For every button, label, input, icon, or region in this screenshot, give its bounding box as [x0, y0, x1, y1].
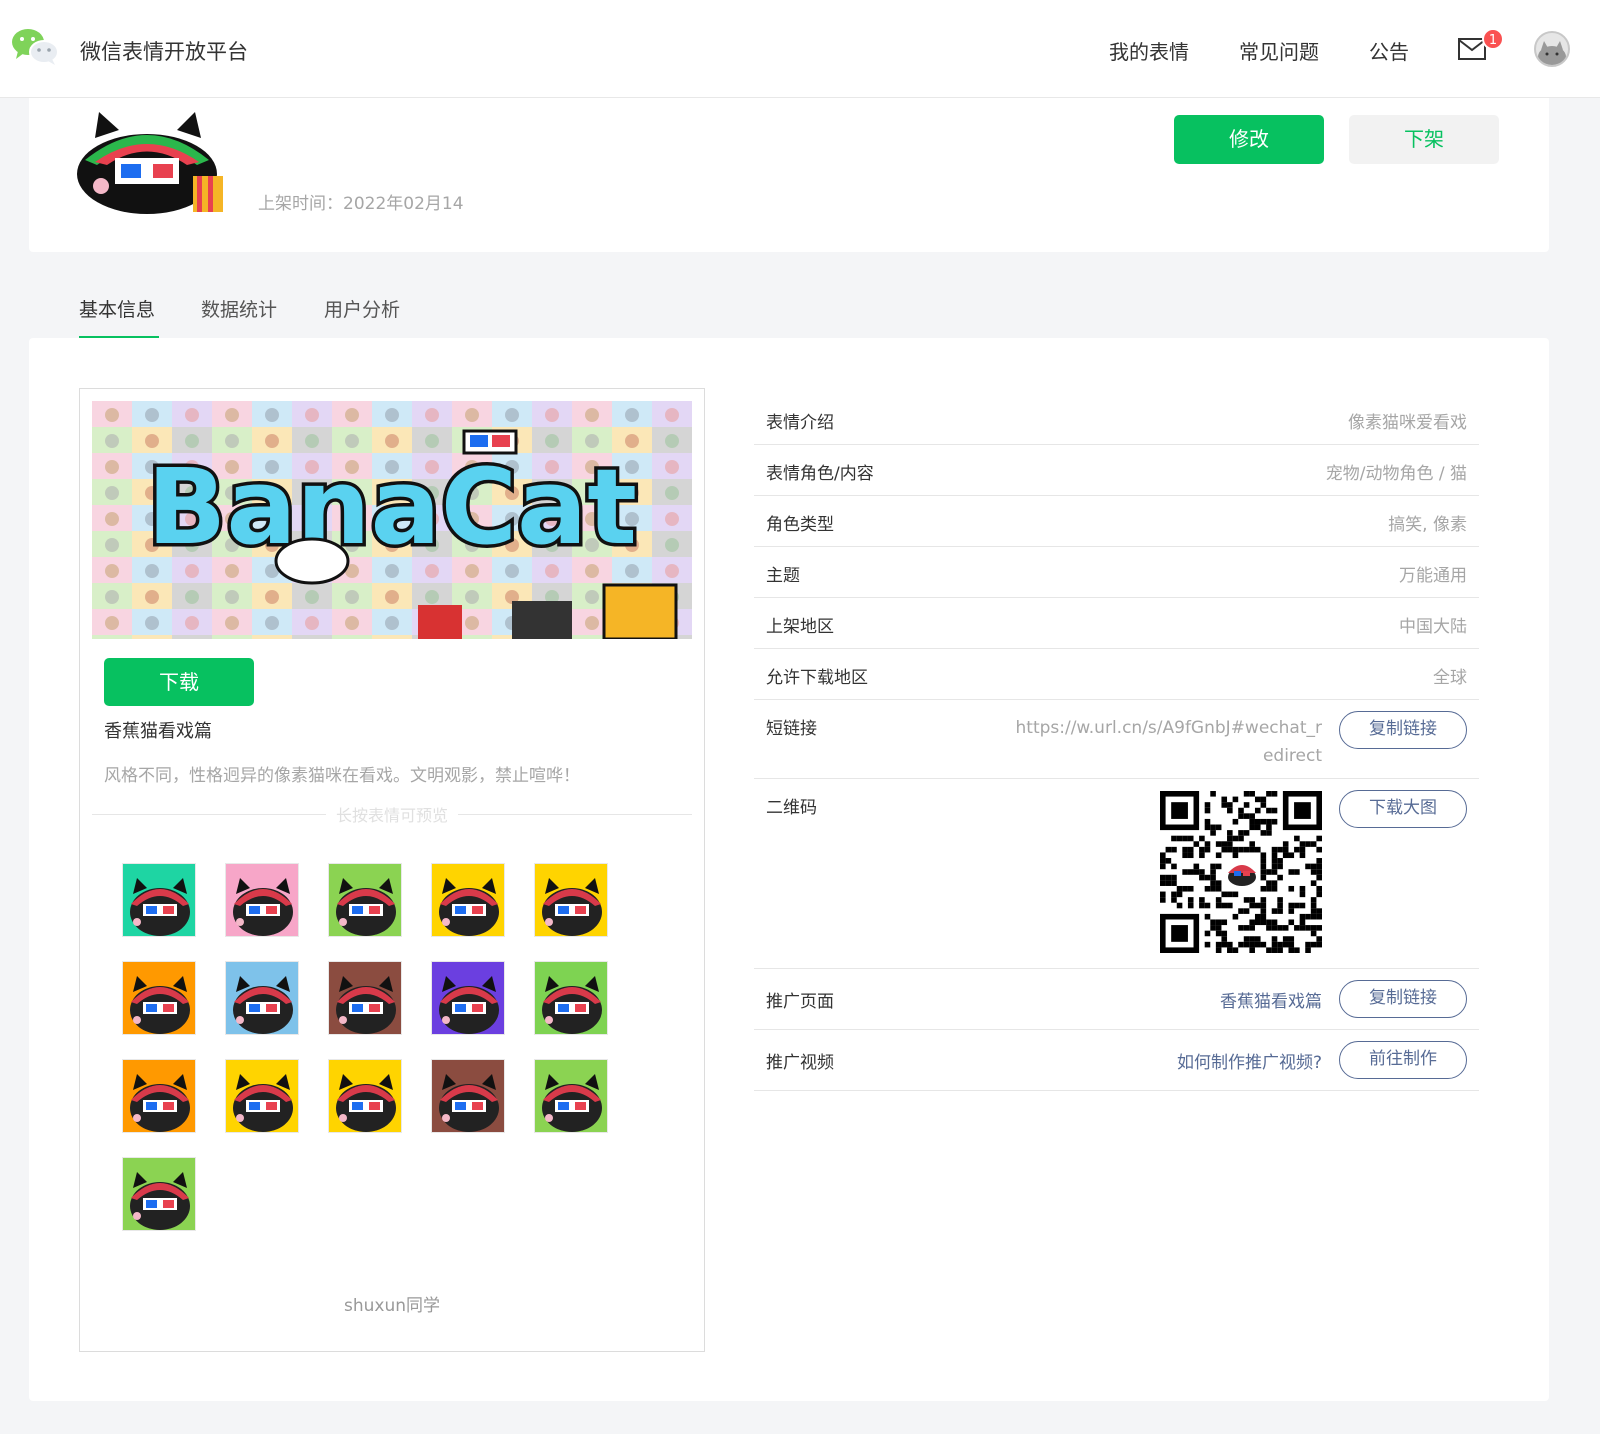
sticker-thumbnail[interactable] [225, 1059, 299, 1133]
long-press-preview-hint: 长按表情可预览 [325, 802, 459, 826]
sticker-pack-header: 上架时间：2022年02月14 修改 下架 [29, 98, 1549, 252]
tab-data-stats[interactable]: 数据统计 [201, 295, 277, 322]
nav-announcements[interactable]: 公告 [1369, 36, 1409, 65]
sticker-thumbnail[interactable] [122, 863, 196, 937]
info-row-qrcode: 二维码 下载大图 [754, 779, 1479, 969]
nav-faq[interactable]: 常见问题 [1239, 36, 1319, 65]
promo-page-link[interactable]: 香蕉猫看戏篇 [1220, 987, 1322, 1012]
sticker-preview-card: BanaCat 下载 香蕉猫看戏篇 风格不同，性格迥异的像素猫咪在看戏。文明观影… [79, 388, 705, 1352]
info-row-download-region: 允许下载地区 全球 [754, 649, 1479, 700]
sticker-thumbnail[interactable] [328, 863, 402, 937]
row-label: 上架地区 [766, 617, 834, 637]
row-value: 像素猫咪爱看戏 [1348, 413, 1467, 433]
basic-info-panel: BanaCat 下载 香蕉猫看戏篇 风格不同，性格迥异的像素猫咪在看戏。文明观影… [29, 338, 1549, 1401]
row-label: 推广视频 [766, 1053, 834, 1073]
row-label: 短链接 [766, 719, 817, 739]
row-value: 搞笑, 像素 [1388, 515, 1467, 535]
top-navigation-bar: 微信表情开放平台 我的表情 常见问题 公告 1 [0, 0, 1600, 98]
sticker-thumbnail[interactable] [328, 961, 402, 1035]
avatar-cat-icon [1538, 41, 1566, 65]
sticker-thumbnail[interactable] [534, 1059, 608, 1133]
edit-button[interactable]: 修改 [1174, 115, 1324, 164]
sticker-info-table: 表情介绍 像素猫咪爱看戏 表情角色/内容 宠物/动物角色 / 猫 角色类型 搞笑… [754, 388, 1479, 1091]
tab-basic-info[interactable]: 基本信息 [79, 295, 155, 322]
row-label: 允许下载地区 [766, 668, 868, 688]
row-label: 表情角色/内容 [766, 464, 874, 484]
row-value: 宠物/动物角色 / 猫 [1325, 464, 1467, 484]
user-avatar[interactable] [1534, 31, 1570, 67]
row-label: 主题 [766, 566, 800, 586]
info-row-region: 上架地区 中国大陆 [754, 598, 1479, 649]
short-link-line: https://w.url.cn/s/A9fGnbJ#wechat_r [1015, 718, 1323, 738]
sticker-thumbnail[interactable] [431, 863, 505, 937]
short-link-value[interactable]: https://w.url.cn/s/A9fGnbJ#wechat_r edir… [1016, 714, 1323, 770]
author-name: shuxun同学 [343, 1296, 440, 1316]
info-row-short-link: 短链接 https://w.url.cn/s/A9fGnbJ#wechat_r … [754, 700, 1479, 779]
row-value: 全球 [1433, 668, 1467, 688]
take-offline-button[interactable]: 下架 [1349, 115, 1499, 164]
nav-my-stickers[interactable]: 我的表情 [1109, 36, 1189, 65]
sticker-pack-cover-icon [77, 112, 223, 214]
row-value: 中国大陆 [1399, 617, 1467, 637]
copy-short-link-button[interactable]: 复制链接 [1339, 711, 1467, 749]
sticker-thumbnail[interactable] [122, 1157, 196, 1231]
info-row-theme: 主题 万能通用 [754, 547, 1479, 598]
qrcode-image [1160, 791, 1322, 953]
sticker-thumbnail[interactable] [534, 863, 608, 937]
go-make-video-button[interactable]: 前往制作 [1339, 1041, 1467, 1079]
sticker-thumbnail[interactable] [328, 1059, 402, 1133]
mail-count-badge: 1 [1482, 28, 1504, 50]
info-row-promo-video: 推广视频 如何制作推广视频? 前往制作 [754, 1030, 1479, 1091]
row-label: 二维码 [766, 798, 817, 818]
sticker-thumbnail[interactable] [225, 961, 299, 1035]
info-row-promo-page: 推广页面 香蕉猫看戏篇 复制链接 [754, 969, 1479, 1030]
wechat-logo-icon[interactable] [10, 26, 60, 66]
sticker-thumbnail[interactable] [534, 961, 608, 1035]
copy-promo-link-button[interactable]: 复制链接 [1339, 980, 1467, 1018]
banner-title-text: BanaCat [147, 446, 637, 568]
row-label: 推广页面 [766, 992, 834, 1012]
sticker-thumbnail[interactable] [431, 961, 505, 1035]
row-label: 表情介绍 [766, 413, 834, 433]
sticker-thumbnail[interactable] [225, 863, 299, 937]
platform-title[interactable]: 微信表情开放平台 [80, 36, 248, 66]
sticker-thumbnail[interactable] [122, 1059, 196, 1133]
tab-user-analysis[interactable]: 用户分析 [324, 295, 400, 322]
info-row-role-type: 角色类型 搞笑, 像素 [754, 496, 1479, 547]
sticker-pack-description: 风格不同，性格迥异的像素猫咪在看戏。文明观影，禁止喧哗！ [104, 766, 580, 786]
sticker-pack-name: 香蕉猫看戏篇 [104, 721, 212, 742]
release-time: 上架时间：2022年02月14 [258, 194, 464, 214]
sticker-banner-image: BanaCat [92, 401, 692, 639]
sticker-thumbnail[interactable] [431, 1059, 505, 1133]
row-value: 万能通用 [1399, 566, 1467, 586]
info-row-introduction: 表情介绍 像素猫咪爱看戏 [754, 388, 1479, 445]
download-button[interactable]: 下载 [104, 658, 254, 706]
info-row-role-content: 表情角色/内容 宠物/动物角色 / 猫 [754, 445, 1479, 496]
download-large-qrcode-button[interactable]: 下载大图 [1339, 790, 1467, 828]
row-label: 角色类型 [766, 515, 834, 535]
sticker-thumbnail[interactable] [122, 961, 196, 1035]
how-to-make-promo-video-link[interactable]: 如何制作推广视频? [1177, 1048, 1322, 1073]
short-link-line: edirect [1262, 746, 1322, 766]
